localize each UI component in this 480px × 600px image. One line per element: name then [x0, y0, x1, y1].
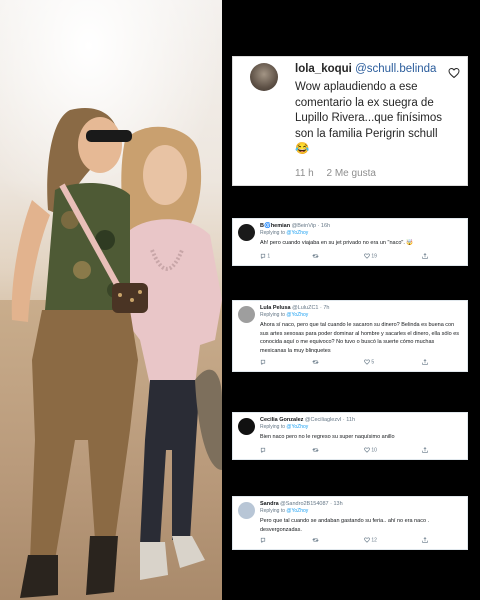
replying-to: Replying to @YoZhoy: [260, 312, 308, 318]
woman-left-arm: [11, 200, 50, 322]
sneaker-right: [172, 536, 205, 568]
tweet-actions: 12: [260, 537, 460, 545]
like-count: 10: [371, 447, 377, 454]
photo: [0, 0, 222, 600]
woman-left-cargo-pants: [30, 310, 138, 560]
avatar[interactable]: [238, 418, 255, 435]
comment-time: 11 h: [295, 168, 314, 179]
share-icon[interactable]: [422, 359, 428, 365]
tweet-header: Sandra @Sandro2B154087 · 13h: [260, 501, 343, 507]
woman-right-jeans: [140, 380, 200, 545]
reply-icon[interactable]: [260, 359, 266, 366]
replying-to-mention[interactable]: @YoZhoy: [286, 312, 308, 318]
reply-icon[interactable]: [260, 537, 266, 544]
replying-to-mention[interactable]: @YoZhoy: [286, 424, 308, 430]
display-name[interactable]: Sandra: [260, 501, 279, 507]
sunglasses: [86, 130, 132, 142]
handbag: [112, 283, 148, 313]
like-icon[interactable]: 5: [364, 359, 374, 365]
replying-to: Replying to @YoZhoy: [260, 508, 308, 514]
avatar[interactable]: [238, 306, 255, 323]
reply-count: 1: [267, 253, 271, 260]
reply-icon[interactable]: [260, 447, 266, 454]
handle-and-time: @CeciliaglezvI · 11h: [303, 417, 356, 423]
display-name[interactable]: Lula Pelusa: [260, 305, 291, 311]
display-name[interactable]: B🌀hemian: [260, 223, 290, 229]
retweet-icon[interactable]: [312, 537, 319, 543]
like-count: 19: [371, 253, 377, 260]
boot-left: [20, 555, 58, 598]
tweet-reply-card[interactable]: Sandra @Sandro2B154087 · 13h Replying to …: [232, 496, 468, 550]
share-icon[interactable]: [422, 537, 428, 543]
mention-link[interactable]: @schull.belinda: [355, 63, 436, 75]
retweet-icon[interactable]: [312, 447, 319, 453]
tweet-text: Pero que tal cuando se andaban gastando …: [260, 518, 430, 533]
handle-and-time: @Sandro2B154087 · 13h: [278, 501, 343, 507]
tweet-actions: 1 19: [260, 253, 460, 261]
tweet-reply-card[interactable]: Lula Pelusa @LuluZC1 · 7h Replying to @Yo…: [232, 300, 468, 372]
reply-icon[interactable]: 1: [260, 253, 270, 259]
tweet-text: Bien naco pero no le regreso su super na…: [260, 434, 395, 440]
sneaker-left: [140, 542, 168, 580]
tweet-header: B🌀hemian @BeinVip · 16h: [260, 223, 330, 229]
tweet-reply-card[interactable]: Cecilia Gonzalez @CeciliaglezvI · 11h Rep…: [232, 412, 468, 460]
like-icon[interactable]: 12: [364, 537, 377, 543]
avatar[interactable]: [238, 502, 255, 519]
woman-left-face: [78, 117, 122, 173]
retweet-icon[interactable]: [312, 253, 319, 259]
retweet-icon[interactable]: [312, 359, 319, 365]
tweet-actions: 10: [260, 447, 460, 455]
share-icon[interactable]: [422, 447, 428, 453]
tweet-text: Ahora sí naco, pero que tal cuando le sa…: [260, 322, 460, 354]
replying-label: Replying to: [260, 508, 287, 514]
handle-and-time: @BeinVip · 16h: [290, 223, 331, 229]
like-count: 5: [371, 359, 375, 366]
tweet-header: Cecilia Gonzalez @CeciliaglezvI · 11h: [260, 417, 355, 423]
photo-figures: [11, 108, 222, 598]
replying-to-mention[interactable]: @YoZhoy: [286, 508, 308, 514]
comment-meta: 11 h 2 Me gusta: [295, 168, 376, 179]
tweet-actions: 5: [260, 359, 460, 367]
tweet-reply-card[interactable]: B🌀hemian @BeinVip · 16h Replying to @YoZh…: [232, 218, 468, 266]
display-name[interactable]: Cecilia Gonzalez: [260, 417, 303, 423]
tweet-header: Lula Pelusa @LuluZC1 · 7h: [260, 305, 329, 311]
username[interactable]: lola_koqui: [295, 63, 352, 75]
replying-label: Replying to: [260, 230, 287, 236]
rock: [195, 369, 222, 470]
replying-to-mention[interactable]: @YoZhoy: [286, 230, 308, 236]
comment-text: Wow aplaudiendo a ese comentario la ex s…: [295, 81, 443, 155]
replying-to: Replying to @YoZhoy: [260, 424, 308, 430]
replying-to: Replying to @YoZhoy: [260, 230, 308, 236]
boot-right: [86, 536, 118, 595]
like-icon[interactable]: 19: [364, 253, 377, 259]
like-count: 12: [371, 537, 377, 544]
like-icon[interactable]: 10: [364, 447, 377, 453]
handle-and-time: @LuluZC1 · 7h: [290, 305, 330, 311]
avatar[interactable]: [238, 224, 255, 241]
replying-label: Replying to: [260, 424, 287, 430]
woman-right-face: [143, 145, 187, 205]
comment-header: lola_koqui @schull.belinda: [295, 63, 436, 75]
avatar[interactable]: [250, 63, 278, 91]
likes-count-link[interactable]: 2 Me gusta: [327, 168, 376, 179]
share-icon[interactable]: [422, 253, 428, 259]
instagram-comment-card: lola_koqui @schull.belinda Wow aplaudien…: [232, 56, 468, 186]
tweet-text: Ah! pero cuando viajaba en su jet privad…: [260, 240, 414, 246]
heart-icon[interactable]: [448, 67, 460, 79]
replying-label: Replying to: [260, 312, 287, 318]
